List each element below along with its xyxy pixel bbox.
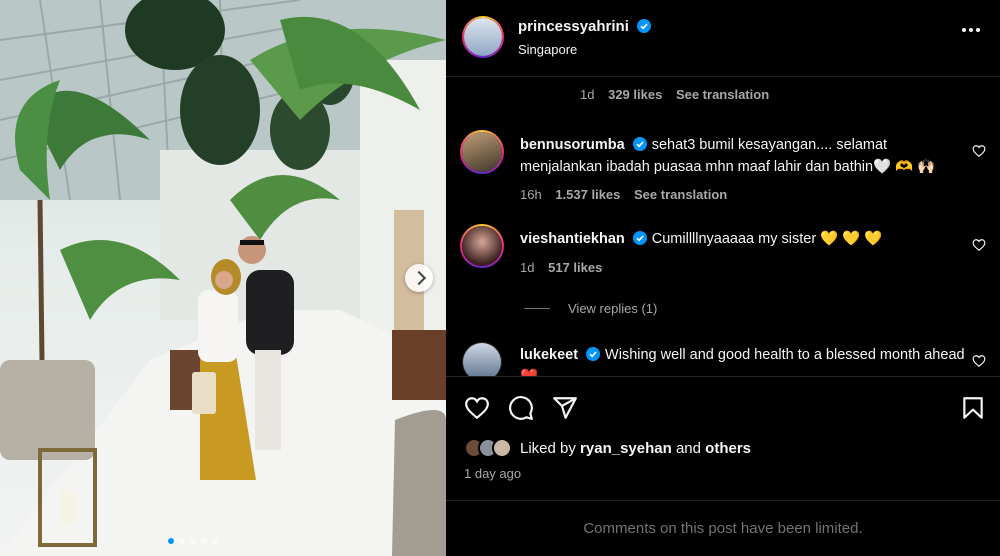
post-photo — [0, 0, 446, 556]
comments-list[interactable]: 1d 329 likes See translation bennusorumb… — [446, 78, 1000, 376]
commenter-username[interactable]: vieshantiekhan — [520, 231, 625, 247]
more-options-icon[interactable] — [962, 28, 980, 32]
liked-by-others[interactable]: others — [705, 440, 751, 457]
caption-meta: 1d 329 likes See translation — [580, 87, 769, 102]
comment-icon[interactable] — [508, 395, 534, 421]
liked-by-user[interactable]: ryan_syehan — [580, 440, 672, 457]
carousel-dot — [190, 538, 196, 544]
photo-scene — [0, 0, 446, 556]
verified-badge-icon — [632, 137, 647, 151]
comment-like-heart-icon[interactable] — [972, 354, 986, 368]
comment-body: vieshantiekhan Cumillllnyaaaaa my sister … — [520, 228, 970, 250]
send-icon[interactable] — [552, 395, 578, 421]
liker-avatars — [464, 438, 512, 458]
verified-badge-icon — [632, 231, 647, 245]
comment-meta: 1d 517 likes — [520, 260, 602, 275]
commenter-avatar[interactable] — [460, 224, 504, 268]
caption-age: 1d — [580, 87, 595, 102]
carousel-next-button[interactable] — [405, 264, 433, 292]
carousel-dot — [201, 538, 207, 544]
comment-see-translation[interactable]: See translation — [634, 187, 727, 202]
replies-divider — [524, 308, 550, 309]
author-name-row: princessyahrini — [518, 18, 652, 36]
comment-body: lukekeet Wishing well and good health to … — [520, 344, 970, 376]
view-replies-label: View replies (1) — [568, 301, 658, 316]
commenter-username[interactable]: bennusorumba — [520, 137, 625, 153]
bookmark-icon[interactable] — [960, 395, 986, 421]
comment-like-heart-icon[interactable] — [972, 144, 986, 158]
carousel-dots — [168, 538, 218, 544]
commenter-avatar[interactable] — [462, 342, 502, 376]
comment-likes[interactable]: 1.537 likes — [555, 187, 620, 202]
carousel-dot — [168, 538, 174, 544]
comment-text: Cumillllnyaaaaa my sister 💛 💛 💛 — [651, 231, 883, 247]
view-replies-button[interactable]: View replies (1) — [524, 301, 657, 316]
caption-likes[interactable]: 329 likes — [608, 87, 662, 102]
post-header: princessyahrini Singapore — [446, 0, 1000, 77]
post-actions: Liked by ryan_syehan and others 1 day ag… — [446, 376, 1000, 500]
author-avatar[interactable] — [462, 16, 504, 58]
liked-by-connector: and — [675, 439, 701, 457]
comment-like-heart-icon[interactable] — [972, 238, 986, 252]
comment-likes[interactable]: 517 likes — [548, 260, 602, 275]
commenter-avatar[interactable] — [460, 130, 504, 174]
liked-by-prefix: Liked by — [520, 439, 576, 457]
verified-badge-icon — [586, 347, 601, 361]
carousel-dot — [212, 538, 218, 544]
likes-summary[interactable]: Liked by ryan_syehan and others — [464, 438, 751, 458]
comment-age: 1d — [520, 260, 535, 275]
liker-avatar — [492, 438, 512, 458]
heart-icon[interactable] — [464, 395, 490, 421]
carousel-dot — [179, 538, 185, 544]
post-timestamp[interactable]: 1 day ago — [464, 466, 521, 481]
verified-badge-icon — [637, 19, 652, 33]
commenter-username[interactable]: lukekeet — [520, 347, 578, 363]
post-detail-panel: princessyahrini Singapore 1d 329 likes S… — [446, 0, 1000, 556]
post-location[interactable]: Singapore — [518, 42, 577, 57]
author-username[interactable]: princessyahrini — [518, 18, 629, 35]
comment-age: 16h — [520, 187, 542, 202]
comment-body: bennusorumba sehat3 bumil kesayangan.... … — [520, 134, 970, 178]
comment-meta: 16h 1.537 likes See translation — [520, 187, 727, 202]
caption-see-translation[interactable]: See translation — [676, 87, 769, 102]
comments-limited-notice: Comments on this post have been limited. — [446, 500, 1000, 556]
